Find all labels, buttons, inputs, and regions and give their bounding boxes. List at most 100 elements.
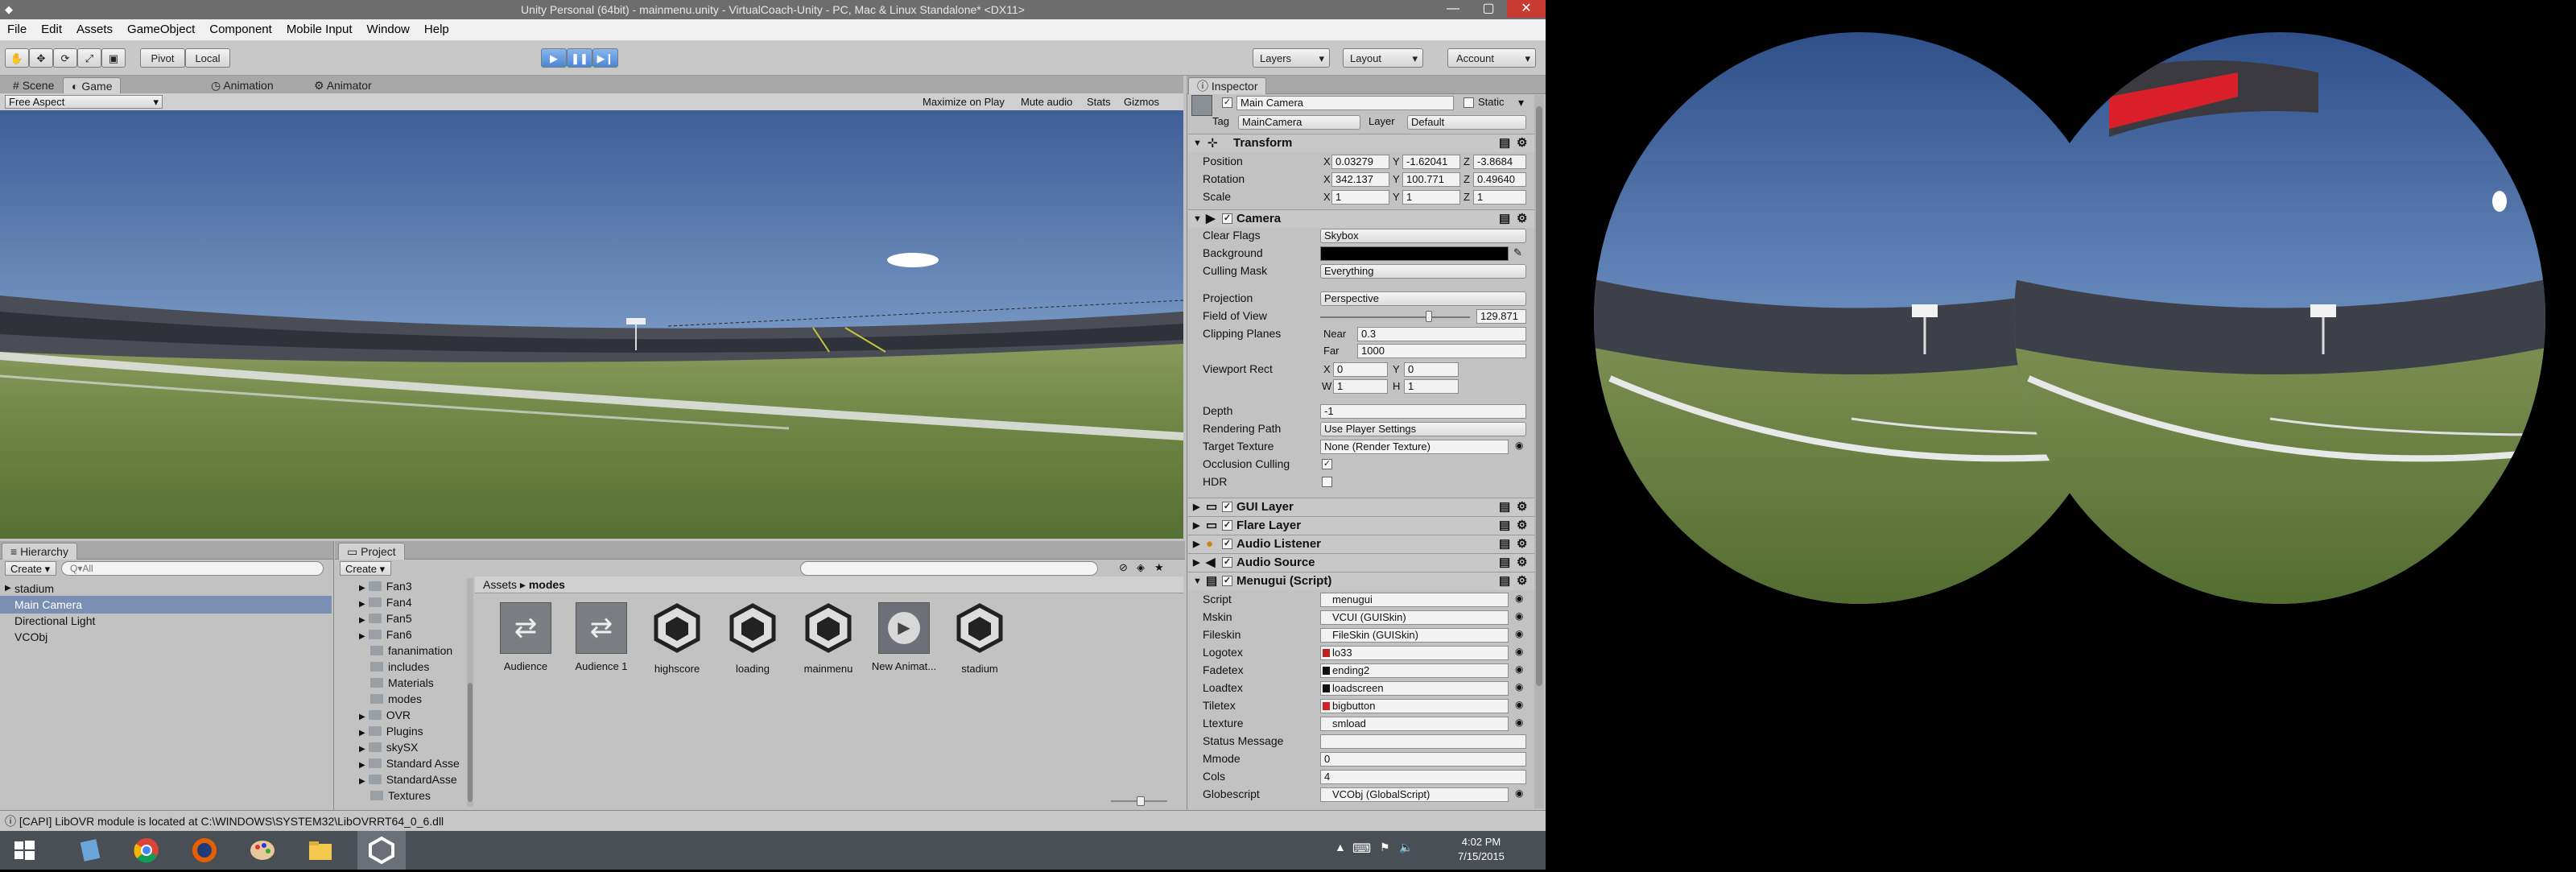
folder-item[interactable]: Materials bbox=[370, 676, 434, 689]
object-picker-icon[interactable]: ◉ bbox=[1515, 440, 1523, 451]
object-picker-icon[interactable]: ◉ bbox=[1515, 646, 1523, 657]
camera-header[interactable]: ▼ ▶ ✓ Camera ▤ ⚙ bbox=[1188, 209, 1536, 228]
position-z-field[interactable]: -3.8684 bbox=[1473, 155, 1526, 169]
audio-source-checkbox[interactable]: ✓ bbox=[1222, 557, 1232, 568]
globescript-field[interactable]: VCObj (GlobalScript) bbox=[1320, 787, 1509, 802]
gear-icon[interactable]: ⚙ bbox=[1517, 498, 1527, 516]
menu-component[interactable]: Component bbox=[202, 19, 279, 40]
folder-item[interactable]: includes bbox=[370, 660, 429, 673]
gear-icon[interactable]: ⚙ bbox=[1517, 210, 1527, 228]
audio-source-header[interactable]: ▶ ◀ ✓ Audio Source ▤ ⚙ bbox=[1188, 553, 1536, 572]
folder-item[interactable]: ▶ Fan3 bbox=[359, 580, 412, 593]
audio-listener-header[interactable]: ▶ ● ✓ Audio Listener ▤ ⚙ bbox=[1188, 535, 1536, 553]
folder-item[interactable]: ▶ Fan4 bbox=[359, 596, 412, 609]
tray-chevron-icon[interactable]: ▲ bbox=[1335, 841, 1346, 853]
hdr-checkbox[interactable] bbox=[1322, 477, 1332, 487]
object-picker-icon[interactable]: ◉ bbox=[1515, 699, 1523, 710]
filter-label-icon[interactable]: ◈ bbox=[1137, 561, 1145, 574]
folder-item[interactable]: modes bbox=[370, 692, 422, 705]
asset-item[interactable]: ▶ New Animat... bbox=[869, 602, 939, 672]
static-checkbox[interactable] bbox=[1463, 97, 1474, 108]
hierarchy-row-selected[interactable]: Main Camera bbox=[0, 596, 332, 614]
gear-icon[interactable]: ⚙ bbox=[1517, 554, 1527, 572]
rect-tool-icon[interactable]: ▣ bbox=[101, 48, 126, 68]
layers-dropdown[interactable]: Layers ▾ bbox=[1253, 48, 1330, 68]
position-y-field[interactable]: -1.62041 bbox=[1402, 155, 1460, 169]
hierarchy-row[interactable]: ▶ stadium bbox=[0, 580, 333, 597]
folder-item[interactable]: ▶ OVR bbox=[359, 709, 411, 721]
fadetex-field[interactable]: ending2 bbox=[1320, 663, 1509, 678]
folder-item[interactable]: ▶ Plugins bbox=[359, 725, 423, 738]
scale-x-field[interactable]: 1 bbox=[1331, 190, 1389, 205]
occlusion-culling-checkbox[interactable]: ✓ bbox=[1322, 459, 1332, 469]
fov-slider-thumb[interactable] bbox=[1426, 311, 1432, 322]
tag-dropdown[interactable]: MainCamera bbox=[1238, 115, 1360, 130]
fileskin-field[interactable]: FileSkin (GUISkin) bbox=[1320, 628, 1509, 643]
scale-tool-icon[interactable]: ⤢ bbox=[77, 48, 101, 68]
rotation-x-field[interactable]: 342.137 bbox=[1331, 172, 1389, 187]
object-active-checkbox[interactable]: ✓ bbox=[1222, 97, 1232, 108]
help-icon[interactable]: ▤ bbox=[1499, 134, 1510, 152]
flare-layer-checkbox[interactable]: ✓ bbox=[1222, 520, 1232, 531]
object-picker-icon[interactable]: ◉ bbox=[1515, 628, 1523, 639]
asset-item[interactable]: mainmenu bbox=[794, 602, 863, 675]
keyboard-icon[interactable]: ⌨ bbox=[1352, 841, 1371, 857]
maximize-on-play-toggle[interactable]: Maximize on Play bbox=[923, 96, 1005, 108]
flag-icon[interactable]: ⚑ bbox=[1380, 841, 1390, 854]
tab-hierarchy[interactable]: ≡ Hierarchy bbox=[2, 543, 77, 560]
tab-animation[interactable]: ◷ Animation bbox=[203, 77, 282, 93]
transform-header[interactable]: ▼ ⊹ Transform ▤ ⚙ bbox=[1188, 134, 1536, 152]
folder-tree-scrollbar-thumb[interactable] bbox=[468, 683, 473, 802]
hand-tool-icon[interactable]: ✋ bbox=[5, 48, 29, 68]
help-icon[interactable]: ▤ bbox=[1499, 517, 1510, 535]
windows-start-icon[interactable] bbox=[6, 834, 42, 866]
logotex-field[interactable]: lo33 bbox=[1320, 646, 1509, 660]
asset-item[interactable]: ⇄ Audience bbox=[491, 602, 560, 672]
fov-slider-track[interactable] bbox=[1320, 316, 1470, 318]
folder-item[interactable]: Textures bbox=[370, 789, 431, 802]
inspector-scrollbar[interactable] bbox=[1534, 95, 1544, 808]
gear-icon[interactable]: ⚙ bbox=[1517, 572, 1527, 590]
asset-item[interactable]: ⇄ Audience 1 bbox=[567, 602, 636, 672]
hierarchy-create-button[interactable]: Create ▾ bbox=[5, 561, 56, 576]
help-icon[interactable]: ▤ bbox=[1499, 535, 1510, 553]
chrome-icon[interactable] bbox=[129, 834, 164, 866]
gear-icon[interactable]: ⚙ bbox=[1517, 535, 1527, 553]
folder-tree-scrollbar[interactable] bbox=[467, 578, 473, 807]
menu-gameobject[interactable]: GameObject bbox=[120, 19, 202, 40]
gizmos-dropdown[interactable]: Gizmos bbox=[1124, 96, 1159, 108]
cols-field[interactable]: 4 bbox=[1320, 770, 1526, 784]
stats-toggle[interactable]: Stats bbox=[1087, 96, 1111, 108]
tab-animator[interactable]: ⚙ Animator bbox=[306, 77, 380, 93]
firefox-icon[interactable] bbox=[187, 834, 222, 866]
object-picker-icon[interactable]: ◉ bbox=[1515, 610, 1523, 622]
gui-layer-header[interactable]: ▶ ▭ ✓ GUI Layer ▤ ⚙ bbox=[1188, 498, 1536, 516]
eyedropper-icon[interactable]: ✎ bbox=[1513, 246, 1522, 259]
tab-game[interactable]: ◐ Game bbox=[63, 77, 122, 94]
hierarchy-row[interactable]: Directional Light bbox=[0, 612, 333, 630]
viewport-x-field[interactable]: 0 bbox=[1333, 362, 1388, 377]
breadcrumb-modes[interactable]: modes bbox=[529, 578, 565, 591]
unity-taskbar-button[interactable] bbox=[357, 831, 406, 870]
near-clip-field[interactable]: 0.3 bbox=[1357, 327, 1526, 341]
filter-type-icon[interactable]: ⊘ bbox=[1119, 561, 1128, 574]
gear-icon[interactable]: ⚙ bbox=[1517, 517, 1527, 535]
camera-enabled-checkbox[interactable]: ✓ bbox=[1222, 213, 1232, 224]
menugui-checkbox[interactable]: ✓ bbox=[1222, 576, 1232, 586]
help-icon[interactable]: ▤ bbox=[1499, 572, 1510, 590]
step-button[interactable]: ▶❙ bbox=[592, 48, 618, 68]
viewport-h-field[interactable]: 1 bbox=[1404, 379, 1459, 394]
game-view[interactable] bbox=[0, 110, 1183, 539]
chevron-down-icon[interactable]: ▾ bbox=[1518, 96, 1524, 110]
pause-button[interactable]: ❚❚ bbox=[567, 48, 592, 68]
asset-item[interactable]: loading bbox=[718, 602, 787, 675]
scale-y-field[interactable]: 1 bbox=[1402, 190, 1460, 205]
folder-item[interactable]: ▶ Fan6 bbox=[359, 628, 412, 641]
target-texture-field[interactable]: None (Render Texture) bbox=[1320, 440, 1509, 454]
account-dropdown[interactable]: Account ▾ bbox=[1447, 48, 1536, 68]
layer-dropdown[interactable]: Default bbox=[1407, 115, 1526, 130]
minimize-button[interactable]: — bbox=[1436, 0, 1470, 18]
menu-mobile-input[interactable]: Mobile Input bbox=[279, 19, 360, 40]
menu-window[interactable]: Window bbox=[360, 19, 417, 40]
gui-layer-checkbox[interactable]: ✓ bbox=[1222, 502, 1232, 512]
